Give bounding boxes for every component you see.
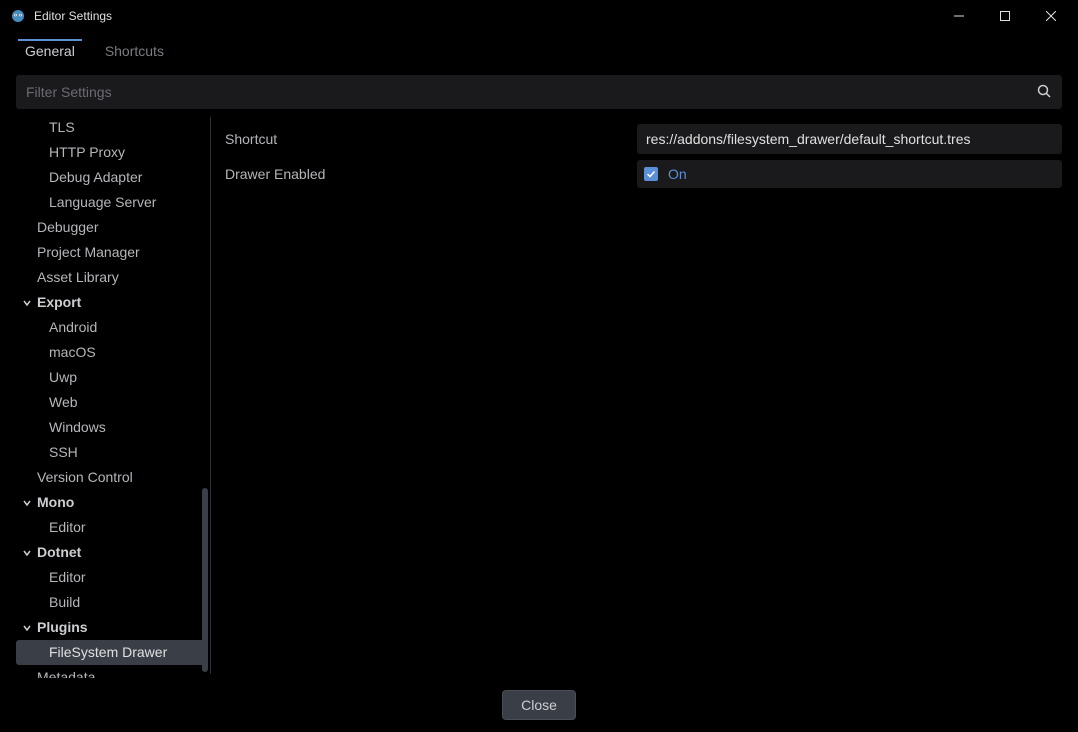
tree-item[interactable]: Language Server bbox=[16, 190, 208, 215]
tree-item[interactable]: Dotnet bbox=[16, 540, 208, 565]
chevron-down-icon bbox=[22, 623, 34, 633]
tree-item[interactable]: TLS bbox=[16, 115, 208, 140]
tree-item[interactable]: Version Control bbox=[16, 465, 208, 490]
setting-label: Drawer Enabled bbox=[221, 166, 637, 182]
tree-item[interactable]: Asset Library bbox=[16, 265, 208, 290]
tree-item-label: Build bbox=[49, 593, 80, 612]
search-icon bbox=[1036, 83, 1052, 102]
tree-item-label: Export bbox=[37, 293, 81, 312]
tree-item-label: Metadata bbox=[37, 668, 95, 678]
tree-item[interactable]: Android bbox=[16, 315, 208, 340]
checkbox-icon bbox=[644, 167, 658, 181]
tree-item[interactable]: Editor bbox=[16, 515, 208, 540]
tree-item-label: Editor bbox=[49, 518, 86, 537]
chevron-down-icon bbox=[22, 548, 34, 558]
tree-item[interactable]: Debugger bbox=[16, 215, 208, 240]
tree-item-label: HTTP Proxy bbox=[49, 143, 125, 162]
tree-item[interactable]: HTTP Proxy bbox=[16, 140, 208, 165]
tree-item[interactable]: FileSystem Drawer bbox=[16, 640, 208, 665]
tree-item[interactable]: Metadata bbox=[16, 665, 208, 678]
titlebar: Editor Settings bbox=[0, 0, 1078, 31]
tabs: General Shortcuts bbox=[0, 31, 1078, 67]
tree-item-label: Android bbox=[49, 318, 97, 337]
tree-item[interactable]: Plugins bbox=[16, 615, 208, 640]
setting-row-shortcut: Shortcut res://addons/filesystem_drawer/… bbox=[221, 121, 1062, 156]
tree-item-label: SSH bbox=[49, 443, 78, 462]
chevron-down-icon bbox=[22, 498, 34, 508]
chevron-down-icon bbox=[22, 298, 34, 308]
tree-item-label: Mono bbox=[37, 493, 74, 512]
maximize-button[interactable] bbox=[982, 0, 1028, 31]
tree-item-label: Plugins bbox=[37, 618, 88, 637]
tree-item[interactable]: Debug Adapter bbox=[16, 165, 208, 190]
tree-item-label: TLS bbox=[49, 118, 75, 137]
search-field[interactable] bbox=[16, 75, 1062, 109]
tree-item-label: Web bbox=[49, 393, 78, 412]
tree-item-label: Debug Adapter bbox=[49, 168, 142, 187]
close-button[interactable]: Close bbox=[502, 690, 576, 720]
tree-item[interactable]: macOS bbox=[16, 340, 208, 365]
tree-item-label: FileSystem Drawer bbox=[49, 643, 167, 662]
tree-item[interactable]: Windows bbox=[16, 415, 208, 440]
tree-item-label: Editor bbox=[49, 568, 86, 587]
tree-item[interactable]: Mono bbox=[16, 490, 208, 515]
tree-item[interactable]: Export bbox=[16, 290, 208, 315]
settings-panel: Shortcut res://addons/filesystem_drawer/… bbox=[217, 113, 1062, 678]
tab-general[interactable]: General bbox=[18, 39, 82, 67]
tree-item[interactable]: Project Manager bbox=[16, 240, 208, 265]
tree-item-label: Language Server bbox=[49, 193, 156, 212]
checkbox-label: On bbox=[668, 166, 687, 182]
scrollbar-thumb[interactable] bbox=[202, 488, 208, 672]
drawer-enabled-checkbox[interactable]: On bbox=[637, 160, 1062, 188]
tree-item-label: macOS bbox=[49, 343, 96, 362]
tree-item[interactable]: Build bbox=[16, 590, 208, 615]
minimize-button[interactable] bbox=[936, 0, 982, 31]
tree-item-label: Debugger bbox=[37, 218, 99, 237]
tree-item-label: Windows bbox=[49, 418, 106, 437]
window-title: Editor Settings bbox=[34, 9, 112, 23]
search-input[interactable] bbox=[16, 75, 1062, 109]
tree-item[interactable]: Web bbox=[16, 390, 208, 415]
setting-row-drawer-enabled: Drawer Enabled On bbox=[221, 156, 1062, 191]
tree-item-label: Uwp bbox=[49, 368, 77, 387]
shortcut-path-field[interactable]: res://addons/filesystem_drawer/default_s… bbox=[637, 124, 1062, 154]
tree-item[interactable]: Editor bbox=[16, 565, 208, 590]
tab-shortcuts[interactable]: Shortcuts bbox=[98, 39, 171, 67]
tree-item-label: Asset Library bbox=[37, 268, 119, 287]
divider bbox=[210, 117, 211, 674]
tree-item-label: Version Control bbox=[37, 468, 133, 487]
tree-item-label: Dotnet bbox=[37, 543, 81, 562]
close-window-button[interactable] bbox=[1028, 0, 1074, 31]
setting-label: Shortcut bbox=[221, 131, 637, 147]
tree-item[interactable]: Uwp bbox=[16, 365, 208, 390]
tree-item-label: Project Manager bbox=[37, 243, 140, 262]
app-icon bbox=[10, 8, 26, 24]
settings-tree[interactable]: TLS HTTP Proxy Debug Adapter Language Serve… bbox=[16, 113, 208, 678]
tree-item[interactable]: SSH bbox=[16, 440, 208, 465]
